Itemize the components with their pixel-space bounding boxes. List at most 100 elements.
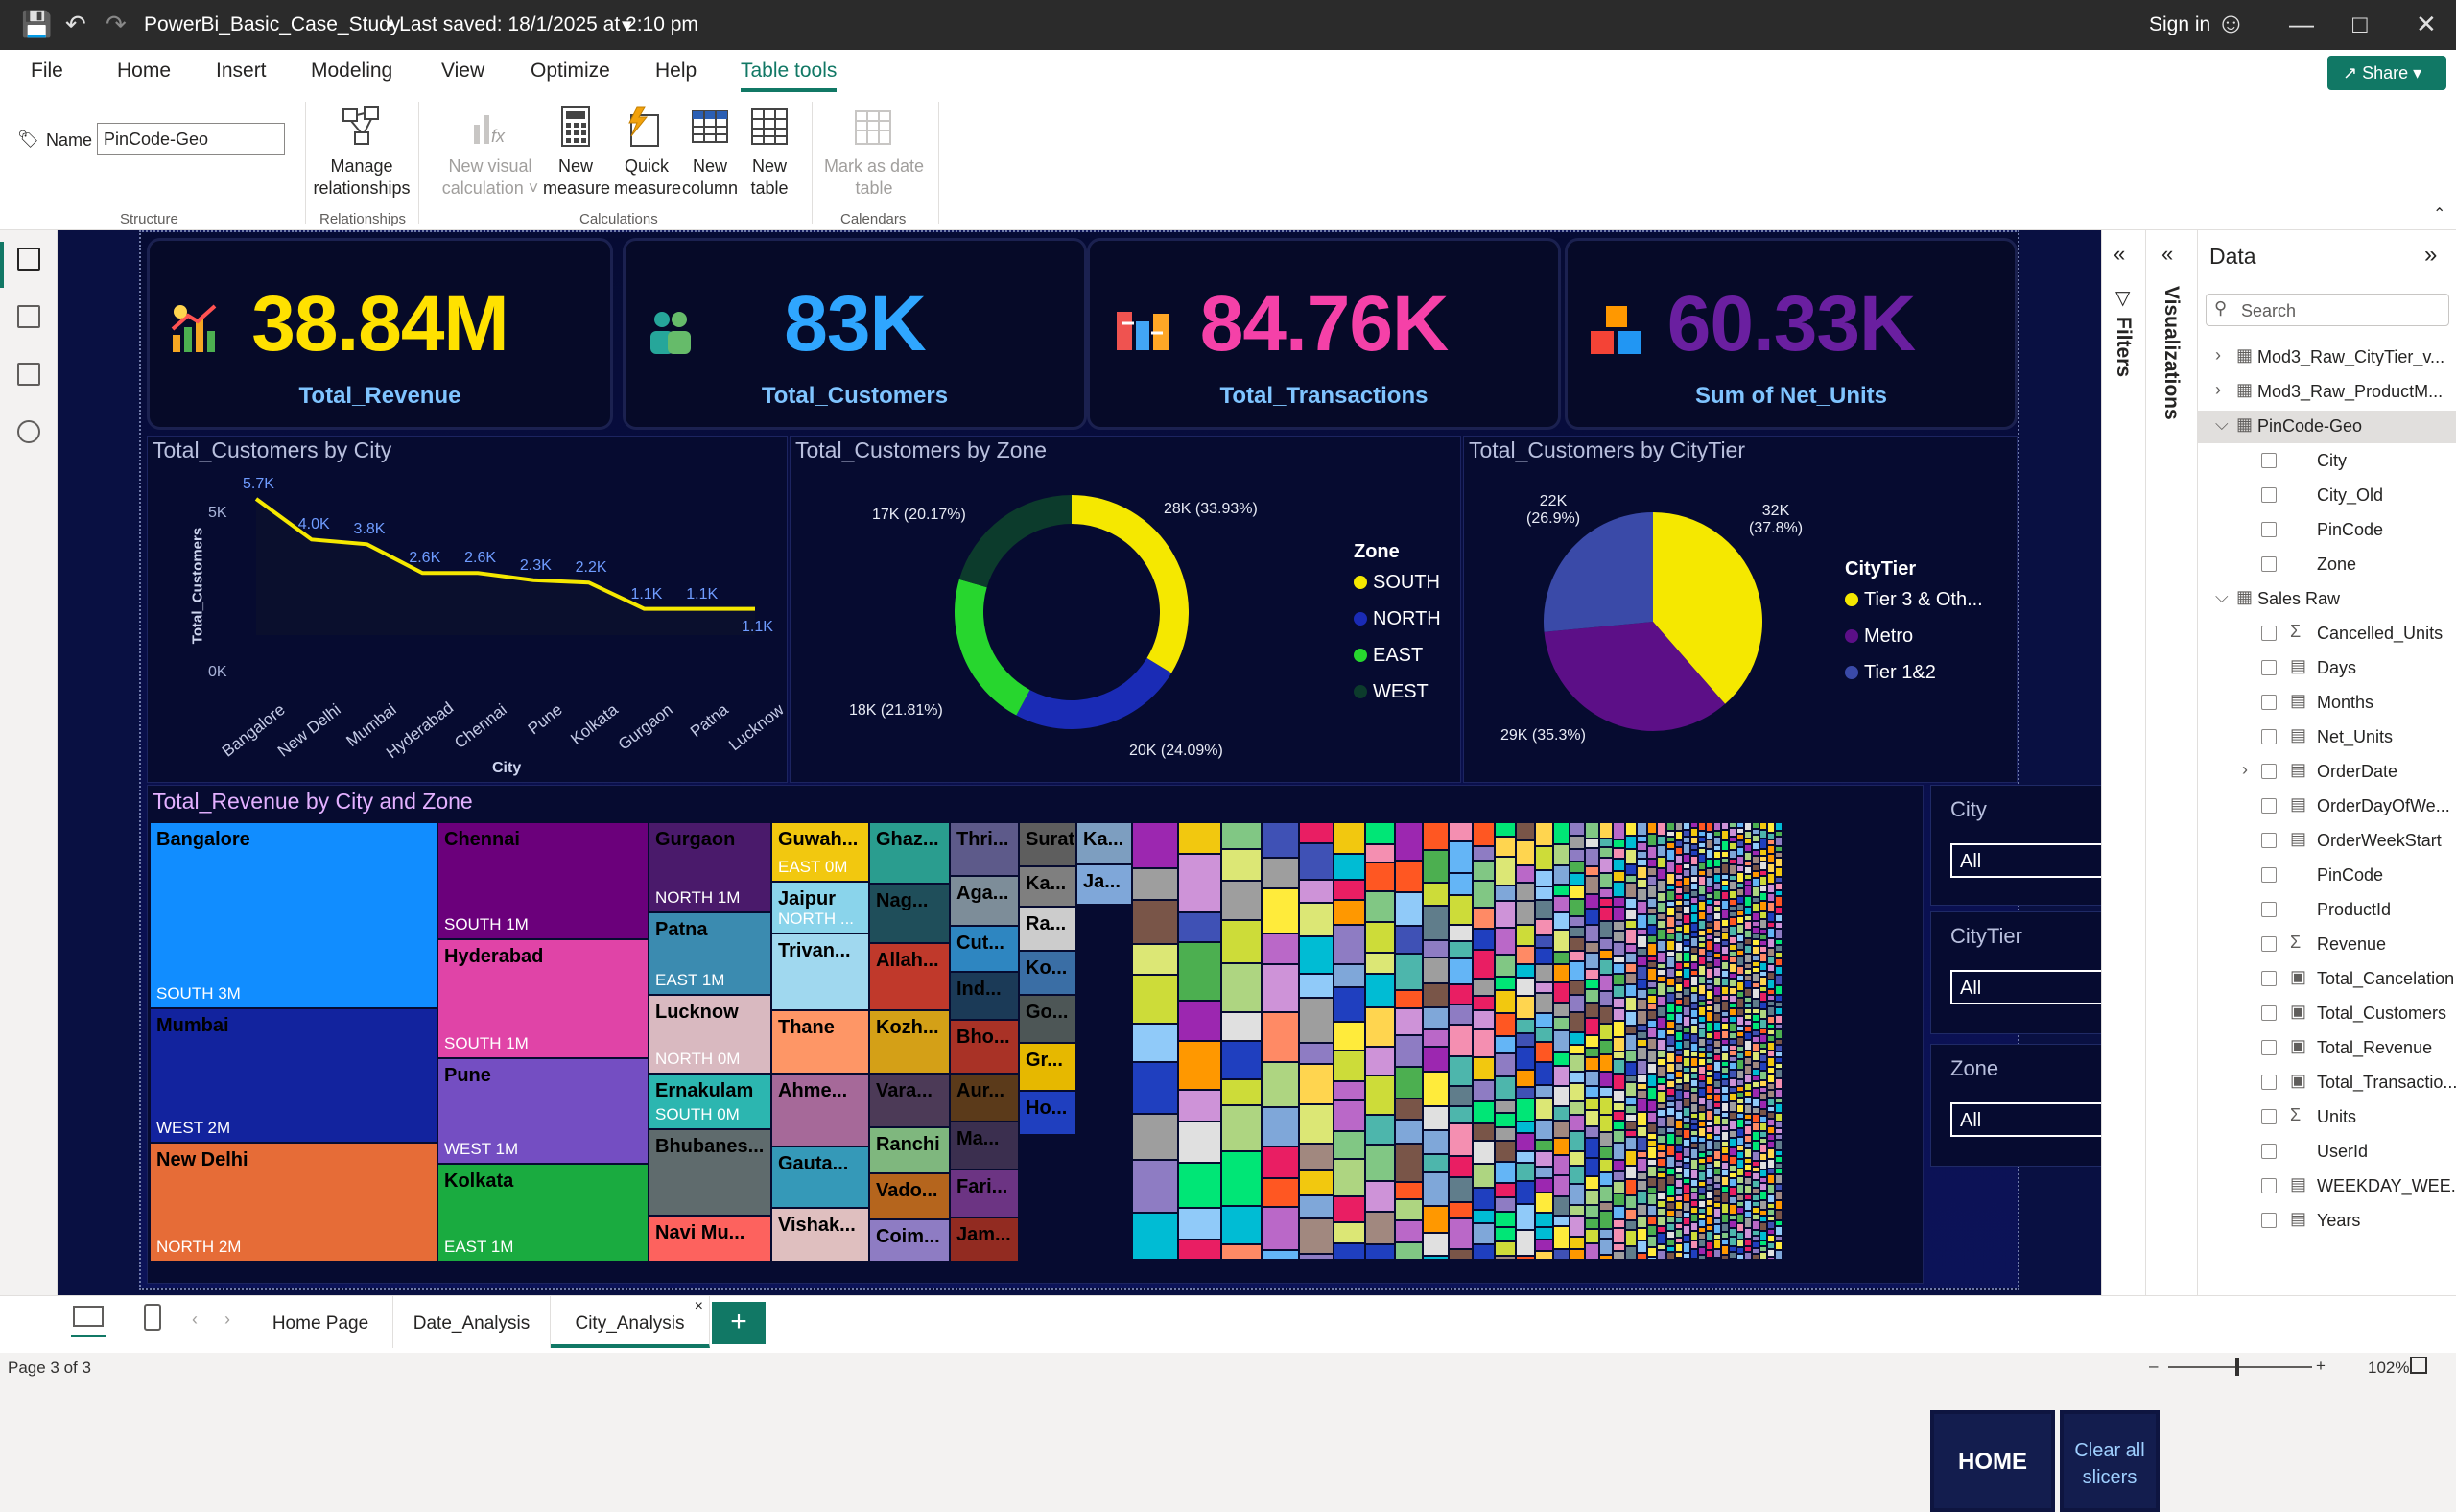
treemap-tile[interactable] — [1658, 1159, 1665, 1166]
treemap-tile[interactable] — [1648, 1167, 1656, 1176]
treemap-tile[interactable] — [1614, 1207, 1624, 1218]
treemap-tile[interactable] — [1658, 1168, 1665, 1171]
treemap-tile[interactable] — [1776, 1251, 1782, 1259]
treemap-tile[interactable] — [1334, 823, 1364, 853]
treemap-tile[interactable] — [1737, 1185, 1743, 1193]
treemap-tile[interactable] — [1707, 1192, 1712, 1198]
treemap-tile[interactable] — [1667, 1232, 1674, 1238]
treemap-tile[interactable] — [1334, 1051, 1364, 1080]
treemap-tile[interactable] — [1776, 915, 1782, 921]
treemap-tile[interactable] — [1614, 986, 1624, 997]
data-search-input[interactable]: ⚲ Search — [2206, 294, 2449, 326]
treemap-tile[interactable] — [1570, 1013, 1584, 1031]
treemap-tile[interactable] — [1554, 1107, 1569, 1120]
treemap-tile[interactable] — [1730, 1057, 1736, 1061]
treemap-tile[interactable] — [1626, 1180, 1636, 1194]
collapse-ribbon-icon[interactable]: ⌃ — [2433, 203, 2445, 225]
treemap-tile[interactable] — [1776, 1242, 1782, 1249]
treemap-tile[interactable] — [1648, 1004, 1656, 1009]
manage-relationships-button[interactable]: Manage relationships — [307, 155, 416, 200]
treemap-tile[interactable] — [1648, 1101, 1656, 1111]
treemap-tile[interactable] — [1753, 1242, 1759, 1247]
treemap-tile[interactable] — [1570, 962, 1584, 980]
treemap-tile[interactable] — [1737, 1114, 1743, 1118]
treemap-tile[interactable] — [1714, 1197, 1720, 1201]
treemap-tile[interactable] — [1737, 1248, 1743, 1253]
treemap-tile[interactable] — [1638, 1159, 1646, 1171]
treemap-tile[interactable] — [1648, 1088, 1656, 1099]
legend-item-metro[interactable]: Metro — [1845, 626, 1913, 648]
treemap-tile[interactable] — [1730, 1148, 1736, 1155]
treemap-tile[interactable] — [1776, 1008, 1782, 1014]
treemap-tile[interactable] — [1753, 1208, 1759, 1213]
treemap-tile[interactable] — [1626, 1035, 1636, 1050]
treemap-tile[interactable] — [1707, 1141, 1712, 1149]
field-checkbox[interactable] — [2261, 1144, 2277, 1159]
treemap-tile[interactable] — [1626, 1115, 1636, 1121]
treemap-tile[interactable] — [1334, 988, 1364, 1021]
treemap-tile[interactable] — [1586, 823, 1598, 838]
treemap-tile[interactable] — [1707, 957, 1712, 961]
treemap-tile[interactable] — [1600, 848, 1612, 857]
treemap-tile[interactable] — [1737, 1152, 1743, 1158]
treemap-tile[interactable]: Vado... — [870, 1174, 949, 1218]
treemap-tile[interactable] — [1570, 1185, 1584, 1204]
treemap-tile[interactable] — [1707, 1151, 1712, 1155]
treemap-tile[interactable] — [1179, 823, 1220, 853]
treemap-tile[interactable] — [1366, 1116, 1394, 1144]
treemap-tile[interactable] — [1554, 1139, 1569, 1154]
treemap-tile[interactable] — [1626, 921, 1636, 928]
treemap-tile[interactable] — [1600, 1160, 1612, 1171]
treemap-tile[interactable] — [1745, 886, 1751, 895]
treemap-tile[interactable] — [1714, 1062, 1720, 1071]
treemap-tile[interactable] — [1768, 823, 1774, 832]
treemap-tile[interactable] — [1714, 1184, 1720, 1188]
treemap-tile[interactable] — [1768, 1243, 1774, 1248]
treemap-tile[interactable] — [1614, 1112, 1624, 1120]
treemap-tile[interactable] — [1334, 1223, 1364, 1242]
treemap-tile[interactable] — [1648, 1160, 1656, 1165]
treemap-tile[interactable] — [1714, 1190, 1720, 1195]
new-column-button[interactable]: New column — [679, 155, 741, 200]
treemap-tile[interactable] — [1691, 1026, 1697, 1033]
treemap-tile[interactable] — [1554, 1250, 1569, 1259]
treemap-tile[interactable] — [1768, 1075, 1774, 1082]
treemap-tile[interactable] — [1638, 1192, 1646, 1203]
treemap-tile[interactable] — [1600, 823, 1612, 838]
treemap-tile[interactable] — [1638, 1099, 1646, 1111]
treemap-tile[interactable] — [1684, 941, 1689, 945]
field-checkbox[interactable] — [2261, 695, 2277, 710]
field-item[interactable]: Zone — [2198, 549, 2456, 581]
treemap-tile[interactable] — [1658, 1136, 1665, 1143]
treemap-tile[interactable] — [1648, 957, 1656, 960]
treemap-tile[interactable] — [1648, 1134, 1656, 1139]
treemap-tile[interactable] — [1300, 999, 1333, 1042]
treemap-tile[interactable] — [1676, 848, 1682, 854]
treemap-tile[interactable] — [1691, 1019, 1697, 1024]
treemap-tile[interactable] — [1760, 1145, 1766, 1152]
treemap-tile[interactable] — [1517, 1048, 1534, 1069]
treemap-tile[interactable] — [1648, 835, 1656, 845]
treemap-tile[interactable] — [1768, 1091, 1774, 1097]
treemap-tile[interactable] — [1517, 1088, 1534, 1098]
treemap-tile[interactable] — [1658, 921, 1665, 928]
treemap-tile[interactable] — [1745, 832, 1751, 838]
treemap-tile[interactable]: Gauta... — [772, 1147, 868, 1207]
treemap-tile[interactable] — [1707, 1164, 1712, 1168]
treemap-tile[interactable] — [1699, 843, 1705, 847]
treemap-tile[interactable] — [1699, 1182, 1705, 1186]
treemap-tile[interactable] — [1648, 982, 1656, 987]
treemap-tile[interactable] — [1496, 1242, 1515, 1255]
treemap-tile[interactable] — [1760, 941, 1766, 945]
treemap-tile[interactable] — [1730, 912, 1736, 916]
treemap-tile[interactable] — [1722, 1177, 1728, 1185]
treemap-tile[interactable] — [1517, 902, 1534, 924]
treemap-tile[interactable] — [1179, 943, 1220, 1000]
treemap-tile[interactable] — [1730, 1063, 1736, 1069]
treemap-tile[interactable] — [1691, 1068, 1697, 1072]
treemap-tile[interactable] — [1722, 1193, 1728, 1202]
treemap-tile[interactable] — [1626, 1106, 1636, 1113]
treemap-tile[interactable] — [1745, 970, 1751, 974]
treemap-tile[interactable] — [1667, 957, 1674, 967]
treemap-tile[interactable] — [1707, 1207, 1712, 1215]
